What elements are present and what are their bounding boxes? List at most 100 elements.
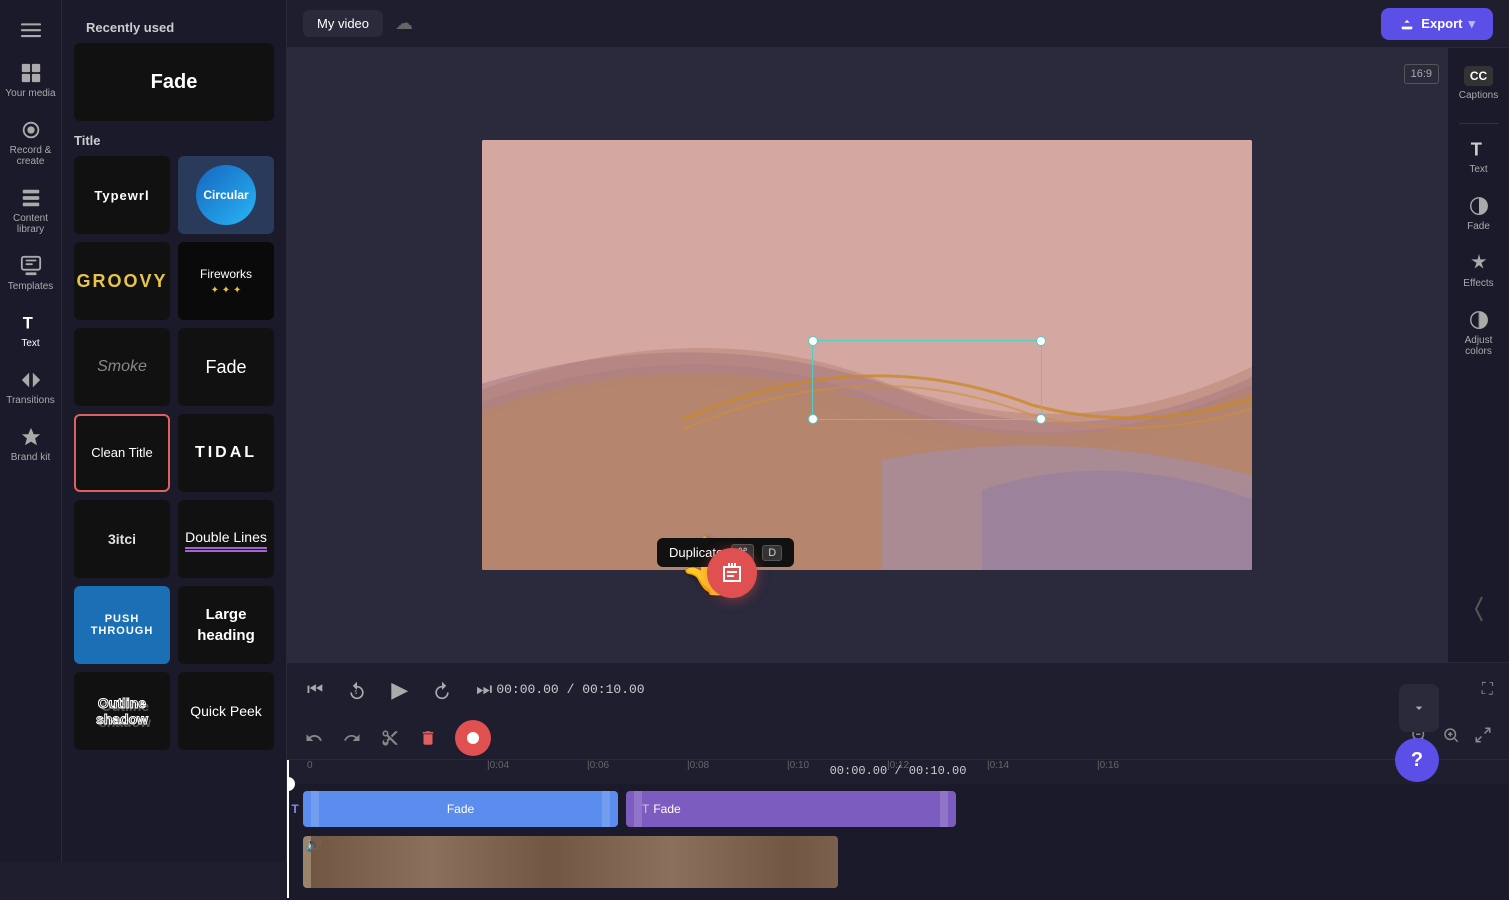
clip-type-icon: T [642, 802, 649, 816]
ruler-mark-4: |0:04 [487, 760, 509, 771]
help-button[interactable]: ? [1395, 738, 1439, 782]
help-dropdown [1399, 684, 1439, 732]
main-area: My video ☁ Export ▾ 16:9 [287, 0, 1509, 862]
ruler-mark-16: |0:16 [1097, 760, 1119, 771]
timeline-ruler: 0 |0:04 |0:06 |0:08 |0:10 |0:12 |0:14 |0… [287, 760, 1509, 784]
track-label-text: T [287, 802, 303, 816]
track-row-video: 🔊 [287, 834, 1509, 890]
preview-area: 16:9 [287, 48, 1447, 662]
right-tool-fade[interactable]: Fade [1448, 185, 1509, 242]
redo-button[interactable] [337, 725, 367, 751]
title-card-large-heading[interactable]: Large heading [178, 586, 274, 664]
clip-fade-1[interactable]: Fade [303, 791, 618, 827]
zoom-in-button[interactable] [1437, 724, 1465, 751]
title-card-circular[interactable]: Circular [178, 156, 274, 234]
controls-bar: ⏮ 5 ▶ ⏭ 00:00.00 / 00:10.00 ⛶ [287, 662, 1509, 716]
skip-start-button[interactable]: ⏮ [303, 675, 327, 704]
recently-used-label: Recently used [74, 8, 274, 43]
bottom-area: ⏮ 5 ▶ ⏭ 00:00.00 / 00:10.00 ⛶ [287, 662, 1509, 862]
play-button[interactable]: ▶ [387, 673, 412, 707]
hamburger-menu[interactable] [0, 8, 62, 52]
clip-video-1[interactable]: 🔊 [303, 836, 838, 888]
svg-text:T: T [1470, 138, 1481, 159]
recently-used-section: Recently used Fade [62, 0, 286, 129]
forward-5s-button[interactable] [428, 676, 456, 704]
top-bar: My video ☁ Export ▾ [287, 0, 1509, 48]
title-card-fireworks[interactable]: Fireworks ✦ ✦ ✦ [178, 242, 274, 320]
help-dropdown-chevron[interactable] [1401, 690, 1437, 726]
svg-text:T: T [22, 315, 32, 333]
clip-fade-2[interactable]: T Fade [626, 791, 956, 827]
sidebar-item-record-create[interactable]: Record & create [0, 109, 62, 177]
cut-button[interactable] [375, 725, 405, 751]
video-canvas [482, 140, 1252, 570]
timeline-toolbar [287, 716, 1509, 760]
sidebar-item-templates[interactable]: Templates [0, 245, 62, 302]
fit-to-window-button[interactable] [1469, 724, 1497, 751]
playhead[interactable] [287, 784, 289, 898]
ruler-mark-8: |0:08 [687, 760, 709, 771]
kbd-key: D [762, 545, 782, 561]
title-grid: Typewrl Circular GROOVY Fireworks ✦ ✦ ✦ … [62, 156, 286, 762]
rewind-5s-button[interactable]: 5 [343, 676, 371, 704]
cloud-icon: ☁ [395, 13, 413, 34]
video-strip [311, 836, 838, 888]
sidebar-item-text[interactable]: T Text [0, 302, 62, 359]
ruler-mark-10: |0:10 [787, 760, 809, 771]
right-tool-effects[interactable]: Effects [1448, 242, 1509, 299]
title-card-groovy[interactable]: GROOVY [74, 242, 170, 320]
timeline-time-display: 00:00.00 / 00:10.00 [830, 764, 967, 778]
timeline-area: 0 |0:04 |0:06 |0:08 |0:10 |0:12 |0:14 |0… [287, 760, 1509, 900]
left-sidebar: Your media Record & create Content libra… [0, 0, 62, 862]
project-name-button[interactable]: My video [303, 10, 383, 37]
ruler-marks: 0 |0:04 |0:06 |0:08 |0:10 |0:12 |0:14 |0… [287, 760, 1509, 784]
text-panel: Recently used Fade Title Typewrl Circula… [62, 0, 287, 862]
fullscreen-button[interactable]: ⛶ [1482, 681, 1493, 699]
fade-card-recent[interactable]: Fade [74, 43, 274, 121]
right-tools-panel: CC Captions T Text Fade Effects Adjust c… [1447, 48, 1509, 662]
title-card-quick-peek[interactable]: Quick Peek [178, 672, 274, 750]
title-card-push-through[interactable]: PUSH THROUGH [74, 586, 170, 664]
drag-record-button[interactable] [707, 548, 757, 598]
clip-handle-right-1[interactable] [602, 791, 610, 827]
aspect-ratio-button[interactable]: 16:9 [1404, 64, 1439, 84]
video-preview [482, 140, 1252, 570]
title-card-fade[interactable]: Fade [178, 328, 274, 406]
clip-handle-left-1[interactable] [311, 791, 319, 827]
divider-1 [1459, 123, 1499, 124]
title-card-typewriter[interactable]: Typewrl [74, 156, 170, 234]
export-button[interactable]: Export ▾ [1381, 8, 1493, 40]
undo-button[interactable] [299, 725, 329, 751]
ruler-mark-14: |0:14 [987, 760, 1009, 771]
clip-handle-right-2[interactable] [940, 791, 948, 827]
title-card-bitci[interactable]: 3itci [74, 500, 170, 578]
captions-badge: CC [1464, 66, 1493, 86]
preview-right-container: 16:9 [287, 48, 1509, 662]
preview-controls: 16:9 [1404, 56, 1439, 92]
wave-decoration [482, 140, 1252, 570]
title-card-tidal[interactable]: TIDAL [178, 414, 274, 492]
sidebar-item-your-media[interactable]: Your media [0, 52, 62, 109]
sidebar-item-transitions[interactable]: Transitions [0, 359, 62, 416]
circular-inner: Circular [196, 165, 256, 225]
delete-button[interactable] [413, 725, 443, 751]
sidebar-item-brand-kit[interactable]: Brand kit [0, 416, 62, 473]
right-panel-collapse[interactable] [1470, 589, 1488, 634]
ctrl-center: ⏮ 5 ▶ ⏭ [303, 673, 496, 707]
ctrl-right: ⛶ [1482, 681, 1493, 699]
track-content-video: 🔊 [303, 834, 1509, 890]
video-clip-handle-left[interactable]: 🔊 [303, 836, 311, 888]
title-card-outline-shadow[interactable]: Outline shadow [74, 672, 170, 750]
title-card-smoke[interactable]: Smoke [74, 328, 170, 406]
right-tool-captions[interactable]: CC Captions [1448, 56, 1509, 111]
sidebar-item-content-library[interactable]: Content library [0, 177, 62, 245]
skip-end-button[interactable]: ⏭ [472, 675, 496, 704]
right-tool-adjust-colors[interactable]: Adjust colors [1448, 299, 1509, 367]
title-card-double-lines[interactable]: Double Lines [178, 500, 274, 578]
record-button-timeline[interactable] [455, 720, 491, 756]
title-card-clean-title[interactable]: Clean Title [74, 414, 170, 492]
right-tool-text[interactable]: T Text [1448, 128, 1509, 185]
clip-handle-left-2[interactable] [634, 791, 642, 827]
ruler-mark-6: |0:06 [587, 760, 609, 771]
track-content-text: Fade T Fade [303, 788, 1509, 830]
